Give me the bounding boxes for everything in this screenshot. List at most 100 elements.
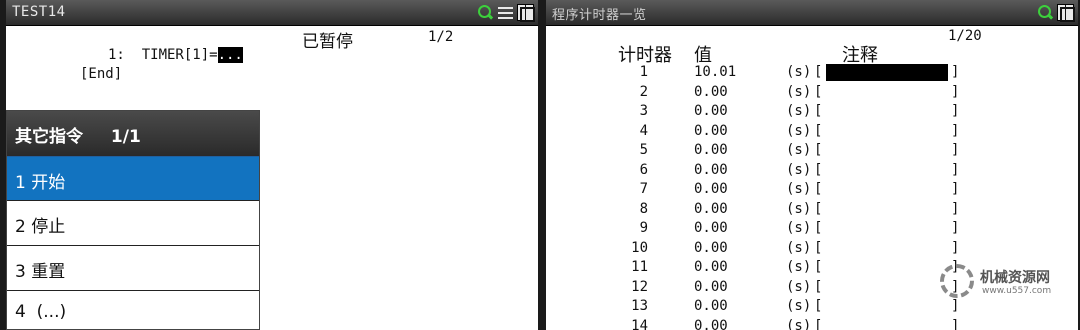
comment-bracket-left: [ [814, 142, 823, 158]
timer-value: 0.00 [694, 83, 728, 100]
program-line-end[interactable]: [End] [80, 66, 122, 82]
comment-field[interactable] [824, 317, 952, 330]
timer-value: 0.00 [694, 200, 728, 217]
comment-field[interactable] [824, 141, 952, 160]
table-row[interactable]: 10 0.00 (s)[] [546, 239, 1078, 259]
timer-unit: (s) [786, 200, 812, 217]
timer-unit: (s) [786, 259, 812, 275]
other-instructions-submenu: 其它指令 1/1 1 开始 2 停止 3 重置 4 (...) [6, 110, 260, 330]
edit-cursor[interactable]: ... [217, 47, 243, 63]
program-editor-window: TEST14 1: TIMER[1]=... [End] 已暂停 1/2 其它指… [6, 0, 538, 330]
timer-unit: (s) [786, 220, 812, 236]
comment-field[interactable] [824, 83, 952, 102]
comment-bracket-right: ] [951, 317, 960, 330]
watermark: 机械资源网 www.u557.com [940, 264, 1070, 304]
submenu-header: 其它指令 1/1 [7, 111, 259, 156]
comment-bracket-left: [ [814, 239, 823, 256]
table-row[interactable]: 8 0.00 (s)[] [546, 200, 1078, 220]
table-row[interactable]: 4 0.00 (s)[] [546, 122, 1078, 142]
timer-index: 3 [639, 103, 648, 119]
comment-bracket-left: [ [814, 259, 823, 275]
menu-item-more[interactable]: 4 (...) [7, 291, 259, 330]
comment-bracket-left: [ [814, 64, 823, 80]
comment-field[interactable] [824, 278, 952, 297]
table-row[interactable]: 9 0.00 (s)[] [546, 219, 1078, 239]
line-number: 1: [108, 47, 125, 63]
table-row[interactable]: 14 0.00 (s)[] [546, 317, 1078, 330]
editor-page-indicator: 1/2 [428, 29, 454, 45]
maximize-icon[interactable] [1057, 4, 1075, 22]
comment-field[interactable] [824, 258, 952, 277]
table-row[interactable]: 7 0.00 (s)[] [546, 180, 1078, 200]
table-row[interactable]: 1 10.01 (s)[] [546, 63, 1078, 83]
comment-bracket-left: [ [814, 181, 823, 197]
timer-unit: (s) [786, 239, 812, 256]
comment-field[interactable] [824, 219, 952, 238]
comment-bracket-right: ] [951, 64, 960, 80]
submenu-title: 其它指令 [15, 127, 83, 147]
program-timer-list-window: 程序计时器一览 1/20 计时器 值 注释 1 10.01 (s)[] 2 0.00 (s… [546, 0, 1078, 330]
timer-index: 11 [631, 259, 648, 275]
comment-bracket-right: ] [951, 181, 960, 197]
editor-title: TEST14 [12, 4, 66, 20]
comment-bracket-right: ] [951, 122, 960, 139]
timer-unit: (s) [786, 64, 812, 80]
menu-item-start[interactable]: 1 开始 [7, 156, 259, 201]
timer-list-title: 程序计时器一览 [552, 8, 647, 23]
timer-index: 2 [639, 83, 648, 100]
timer-value: 0.00 [694, 298, 728, 314]
comment-field[interactable] [826, 64, 948, 81]
comment-bracket-right: ] [951, 220, 960, 236]
comment-bracket-left: [ [814, 161, 823, 178]
zoom-icon[interactable] [1037, 4, 1054, 21]
table-row[interactable]: 2 0.00 (s)[] [546, 83, 1078, 103]
timer-index: 7 [639, 181, 648, 197]
comment-field[interactable] [824, 122, 952, 141]
menu-item-stop[interactable]: 2 停止 [7, 201, 259, 246]
end-marker: [End] [80, 66, 123, 82]
table-row[interactable]: 5 0.00 (s)[] [546, 141, 1078, 161]
timer-unit: (s) [786, 83, 812, 100]
menu-icon[interactable] [497, 4, 514, 21]
timer-index: 9 [639, 220, 648, 236]
comment-bracket-right: ] [951, 142, 960, 158]
table-row[interactable]: 3 0.00 (s)[] [546, 102, 1078, 122]
timer-value: 10.01 [694, 64, 737, 80]
comment-field[interactable] [824, 200, 952, 219]
comment-field[interactable] [824, 102, 952, 121]
comment-field[interactable] [824, 239, 952, 258]
timer-index: 1 [639, 64, 648, 80]
timer-value: 0.00 [694, 103, 728, 119]
comment-bracket-left: [ [814, 278, 823, 295]
timer-list-titlebar: 程序计时器一览 [546, 0, 1078, 26]
timer-unit: (s) [786, 122, 812, 139]
zoom-icon[interactable] [477, 4, 494, 21]
timer-index: 6 [639, 161, 648, 178]
timer-value: 0.00 [694, 220, 728, 236]
menu-item-reset[interactable]: 3 重置 [7, 246, 259, 291]
comment-bracket-left: [ [814, 103, 823, 119]
comment-bracket-right: ] [951, 83, 960, 100]
maximize-icon[interactable] [517, 4, 535, 22]
comment-bracket-left: [ [814, 298, 823, 314]
timer-unit: (s) [786, 142, 812, 158]
timer-index: 13 [631, 298, 648, 314]
comment-field[interactable] [824, 180, 952, 199]
timer-unit: (s) [786, 181, 812, 197]
comment-bracket-left: [ [814, 317, 823, 330]
comment-bracket-left: [ [814, 200, 823, 217]
timer-value: 0.00 [694, 181, 728, 197]
comment-bracket-left: [ [814, 83, 823, 100]
comment-field[interactable] [824, 161, 952, 180]
gear-logo-icon [940, 264, 974, 298]
timer-unit: (s) [786, 278, 812, 295]
table-row[interactable]: 6 0.00 (s)[] [546, 161, 1078, 181]
timer-value: 0.00 [694, 239, 728, 256]
timer-index: 10 [631, 239, 648, 256]
program-line-1[interactable]: 1: TIMER[1]=... [108, 47, 243, 63]
timer-value: 0.00 [694, 317, 728, 330]
timer-unit: (s) [786, 103, 812, 119]
timer-page-indicator: 1/20 [948, 28, 982, 44]
comment-field[interactable] [824, 297, 952, 316]
comment-bracket-left: [ [814, 122, 823, 139]
